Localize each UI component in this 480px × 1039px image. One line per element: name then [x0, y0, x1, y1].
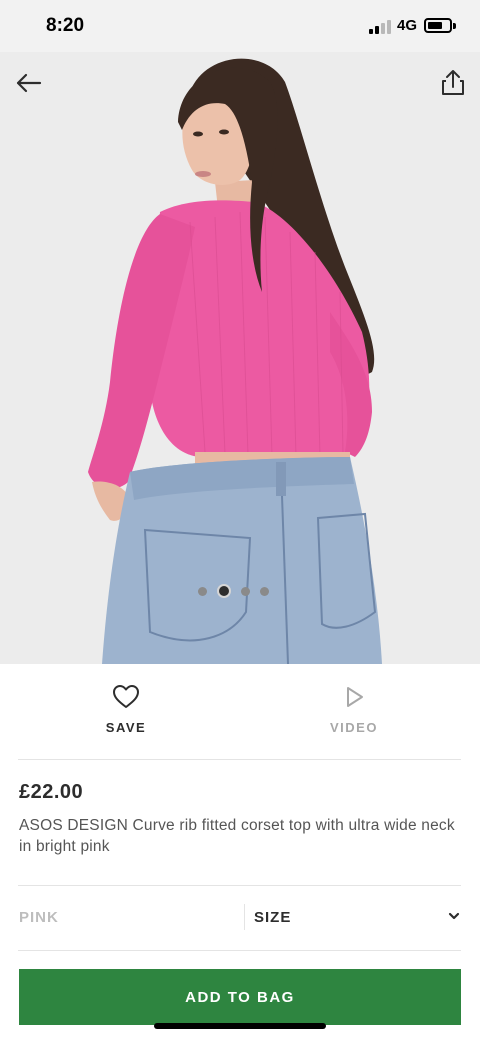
- product-photo: [0, 52, 480, 664]
- carousel-dot[interactable]: [241, 586, 250, 596]
- divider: [18, 885, 461, 886]
- arrow-left-icon: [16, 73, 42, 93]
- product-price: £22.00: [19, 781, 84, 803]
- home-indicator[interactable]: [154, 1023, 326, 1029]
- share-button[interactable]: [436, 66, 470, 100]
- battery-icon: [424, 18, 452, 33]
- video-label: VIDEO: [330, 720, 378, 735]
- carousel-dot-active[interactable]: [217, 584, 231, 598]
- battery-fill: [428, 22, 442, 29]
- carousel-dot[interactable]: [198, 586, 207, 596]
- colour-value: PINK: [19, 909, 59, 926]
- carousel-indicator[interactable]: [198, 582, 269, 600]
- play-icon: [347, 687, 363, 707]
- signal-icon: [369, 20, 391, 34]
- video-button[interactable]: VIDEO: [294, 684, 414, 744]
- back-button[interactable]: [12, 66, 46, 100]
- save-button[interactable]: SAVE: [66, 684, 186, 744]
- product-title: ASOS DESIGN Curve rib fitted corset top …: [19, 817, 455, 855]
- share-icon: [442, 70, 464, 95]
- divider: [18, 950, 461, 951]
- add-to-bag-button[interactable]: ADD TO BAG: [19, 969, 461, 1025]
- battery-cap: [453, 23, 456, 29]
- heart-icon: [113, 685, 139, 708]
- size-dropdown[interactable]: SIZE: [254, 897, 464, 937]
- status-bar: 8:20 4G: [0, 0, 480, 52]
- carousel-dot[interactable]: [260, 586, 269, 596]
- selector-divider: [244, 904, 245, 930]
- product-image-carousel[interactable]: [0, 52, 480, 664]
- product-actions: SAVE VIDEO: [0, 664, 480, 759]
- chevron-down-icon: [448, 912, 460, 920]
- status-time: 8:20: [46, 15, 85, 36]
- size-label: SIZE: [254, 909, 292, 926]
- save-label: SAVE: [105, 720, 147, 735]
- network-type: 4G: [397, 17, 418, 34]
- divider: [18, 759, 461, 760]
